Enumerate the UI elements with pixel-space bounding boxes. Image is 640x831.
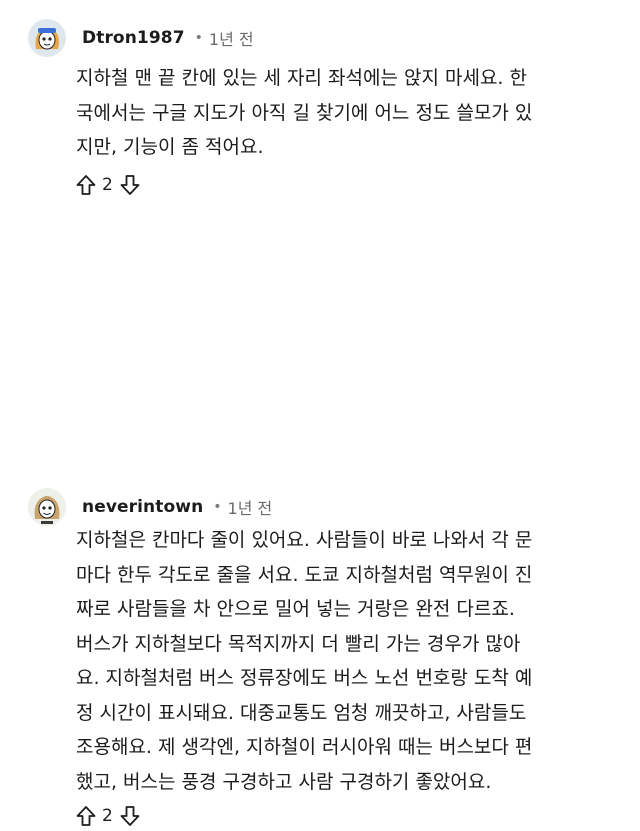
comment-body: 지하철은 칸마다 줄이 있어요. 사람들이 바로 나와서 각 문 마다 한두 각… (76, 523, 624, 799)
comment-line: 지하철 맨 끝 칸에 있는 세 자리 좌석에는 앉지 마세요. 한 (76, 67, 527, 89)
comment-line: 조용해요. 제 생각엔, 지하철이 러시아워 때는 버스보다 편 (76, 736, 533, 758)
comment-line: 짜로 사람들을 차 안으로 밀어 넣는 거랑은 완전 다르죠. (76, 598, 515, 620)
vote-bar: 2 (76, 801, 140, 831)
vote-score: 2 (102, 175, 113, 195)
comment-line: 마다 한두 각도로 줄을 서요. 도쿄 지하철처럼 역무원이 진 (76, 563, 533, 586)
comment-header: Dtron1987 • 1년 전 (28, 18, 254, 58)
comment-line: 했고, 버스는 풍경 구경하고 사람 구경하기 좋았어요. (76, 770, 492, 793)
timestamp[interactable]: 1년 전 (209, 26, 254, 50)
comment-line: 정 시간이 표시돼요. 대중교통도 엄청 깨끗하고, 사람들도 (76, 701, 527, 724)
downvote-icon[interactable] (120, 805, 140, 827)
username[interactable]: neverintown (82, 497, 203, 517)
downvote-icon[interactable] (120, 174, 140, 196)
comment-body: 지하철 맨 끝 칸에 있는 세 자리 좌석에는 앉지 마세요. 한 국에서는 구… (76, 61, 624, 165)
separator-dot: • (213, 499, 222, 515)
vote-score: 2 (102, 806, 113, 826)
comment-line: 지하철은 칸마다 줄이 있어요. 사람들이 바로 나와서 각 문 (76, 529, 533, 551)
upvote-icon[interactable] (76, 174, 96, 196)
user-avatar-icon[interactable] (28, 488, 66, 526)
vote-bar: 2 (76, 170, 140, 200)
timestamp[interactable]: 1년 전 (228, 495, 273, 519)
upvote-icon[interactable] (76, 805, 96, 827)
comment-line: 지만, 기능이 좀 적어요. (76, 136, 264, 158)
separator-dot: • (194, 30, 203, 46)
comment-line: 국에서는 구글 지도가 아직 길 찾기에 어느 정도 쓸모가 있 (76, 101, 533, 124)
user-avatar-icon[interactable] (28, 19, 66, 57)
username[interactable]: Dtron1987 (82, 28, 185, 48)
comment-header: neverintown • 1년 전 (28, 487, 272, 527)
comment-line: 요. 지하철처럼 버스 정류장에도 버스 노선 번호랑 도착 예 (76, 667, 533, 689)
comment-line: 버스가 지하철보다 목적지까지 더 빨리 가는 경우가 많아 (76, 632, 521, 655)
